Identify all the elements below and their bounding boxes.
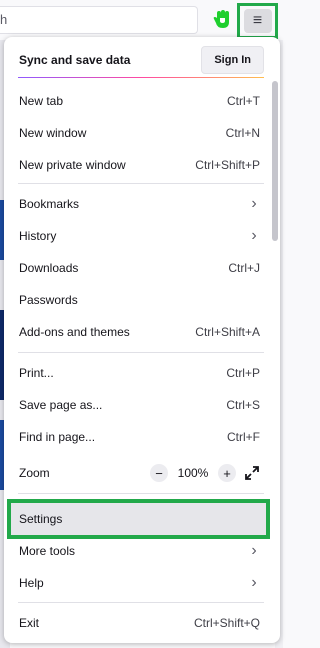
menu-item-zoom: Zoom − 100% +	[10, 458, 264, 488]
fullscreen-icon[interactable]	[244, 465, 260, 481]
menu-item-more-tools[interactable]: More tools ›	[10, 536, 264, 566]
menu-item-label: Find in page...	[19, 430, 96, 444]
zoom-in-button[interactable]: +	[218, 464, 236, 482]
menu-item-label: Downloads	[19, 261, 79, 275]
menu-scrollbar[interactable]	[272, 41, 278, 639]
hamburger-icon: ≡	[243, 9, 272, 33]
menu-item-shortcut: Ctrl+J	[228, 261, 260, 275]
menu-item-new-window[interactable]: New window Ctrl+N	[10, 118, 264, 148]
sync-label: Sync and save data	[19, 53, 131, 67]
menu-item-shortcut: Ctrl+Shift+A	[195, 325, 260, 339]
menu-item-label: Exit	[19, 616, 40, 630]
zoom-out-button[interactable]: −	[150, 464, 168, 482]
menu-separator	[18, 352, 264, 353]
menu-item-label: New private window	[19, 158, 126, 172]
menu-item-label: Settings	[19, 512, 63, 526]
url-bar[interactable]: h	[0, 6, 198, 34]
menu-item-shortcut: Ctrl+N	[225, 126, 260, 140]
menu-item-label: Bookmarks	[19, 197, 80, 211]
extension-hand-icon[interactable]	[213, 9, 231, 29]
menu-item-label: Add-ons and themes	[19, 325, 130, 339]
menu-item-help[interactable]: Help ›	[10, 568, 264, 598]
menu-separator	[18, 602, 264, 603]
zoom-reset-button[interactable]: 100%	[176, 466, 210, 480]
app-menu-button[interactable]: ≡	[237, 3, 278, 39]
menu-item-passwords[interactable]: Passwords	[10, 285, 264, 315]
menu-separator	[18, 493, 264, 494]
menu-item-new-tab[interactable]: New tab Ctrl+T	[10, 86, 264, 116]
menu-item-exit[interactable]: Exit Ctrl+Shift+Q	[10, 608, 264, 638]
menu-item-downloads[interactable]: Downloads Ctrl+J	[10, 253, 264, 283]
sync-divider	[18, 77, 264, 78]
menu-item-bookmarks[interactable]: Bookmarks ›	[10, 189, 264, 219]
zoom-controls: − 100% +	[150, 464, 260, 482]
menu-item-shortcut: Ctrl+Shift+P	[195, 158, 260, 172]
menu-item-addons-themes[interactable]: Add-ons and themes Ctrl+Shift+A	[10, 317, 264, 347]
menu-item-new-private-window[interactable]: New private window Ctrl+Shift+P	[10, 150, 264, 180]
menu-item-label: More tools	[19, 544, 76, 558]
chevron-right-icon: ›	[251, 195, 257, 212]
menu-item-shortcut: Ctrl+P	[226, 366, 260, 380]
menu-item-label: New tab	[19, 94, 64, 108]
menu-item-label: New window	[19, 126, 87, 140]
sync-row: Sync and save data Sign In	[10, 42, 264, 78]
menu-item-print[interactable]: Print... Ctrl+P	[10, 358, 264, 388]
zoom-label: Zoom	[19, 466, 50, 480]
menu-item-settings[interactable]: Settings	[7, 499, 270, 539]
chevron-right-icon: ›	[251, 574, 257, 591]
menu-item-find-in-page[interactable]: Find in page... Ctrl+F	[10, 422, 264, 452]
menu-item-label: Save page as...	[19, 398, 103, 412]
menu-scrollbar-thumb[interactable]	[272, 81, 278, 241]
menu-item-shortcut: Ctrl+Shift+Q	[193, 616, 260, 630]
menu-item-shortcut: Ctrl+T	[227, 94, 260, 108]
browser-toolbar: h ≡	[0, 0, 283, 40]
menu-separator	[18, 183, 264, 184]
menu-item-label: History	[19, 229, 57, 243]
menu-item-history[interactable]: History ›	[10, 221, 264, 251]
chevron-right-icon: ›	[251, 542, 257, 559]
menu-item-label: Print...	[19, 366, 54, 380]
menu-item-label: Help	[19, 576, 44, 590]
app-menu-panel: Sync and save data Sign In New tab Ctrl+…	[4, 37, 280, 643]
menu-item-save-page[interactable]: Save page as... Ctrl+S	[10, 390, 264, 420]
sign-in-button[interactable]: Sign In	[201, 46, 264, 74]
menu-item-shortcut: Ctrl+F	[227, 430, 260, 444]
menu-item-shortcut: Ctrl+S	[226, 398, 260, 412]
chevron-right-icon: ›	[251, 227, 257, 244]
menu-item-label: Passwords	[19, 293, 78, 307]
